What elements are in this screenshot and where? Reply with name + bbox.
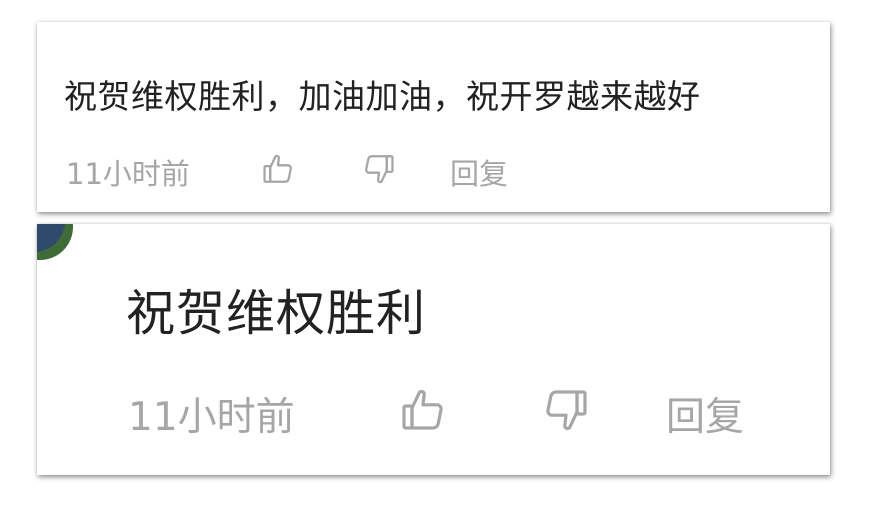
comment-timestamp: 11小时前: [66, 157, 190, 191]
comment-text: 祝贺维权胜利: [126, 285, 427, 342]
comment-text: 祝贺维权胜利，加油加油，祝开罗越来越好: [64, 77, 701, 116]
comment-card: 祝贺维权胜利 11小时前 回复: [37, 224, 830, 475]
thumbs-down-icon[interactable]: [542, 386, 590, 434]
avatar[interactable]: [37, 224, 65, 252]
comment-timestamp: 11小时前: [128, 395, 295, 440]
reply-button[interactable]: 回复: [450, 151, 508, 193]
thumbs-up-icon[interactable]: [399, 386, 447, 434]
thumbs-down-icon[interactable]: [362, 152, 396, 186]
comment-card: 祝贺维权胜利，加油加油，祝开罗越来越好 11小时前 回复: [37, 22, 830, 212]
reply-button[interactable]: 回复: [666, 386, 744, 442]
thumbs-up-icon[interactable]: [261, 152, 295, 186]
